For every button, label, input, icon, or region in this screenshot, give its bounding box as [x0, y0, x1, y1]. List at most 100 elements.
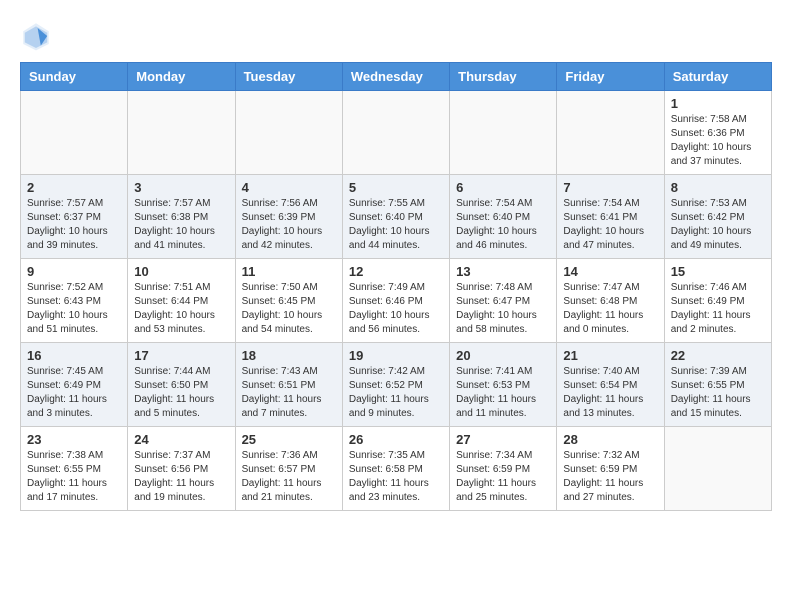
calendar-cell	[21, 91, 128, 175]
day-number: 20	[456, 348, 550, 363]
day-number: 23	[27, 432, 121, 447]
day-number: 4	[242, 180, 336, 195]
calendar-cell: 7Sunrise: 7:54 AM Sunset: 6:41 PM Daylig…	[557, 175, 664, 259]
day-info: Sunrise: 7:41 AM Sunset: 6:53 PM Dayligh…	[456, 365, 550, 421]
calendar-cell: 6 Sunrise: 7:54 AM Sunset: 6:40 PM Daylig…	[450, 175, 557, 259]
day-number: 13	[456, 264, 550, 279]
day-number: 12	[349, 264, 443, 279]
day-info: Sunrise: 7:57 AM Sunset: 6:37 PM Dayligh…	[27, 197, 121, 253]
day-number: 28	[563, 432, 657, 447]
day-info: Sunrise: 7:57 AM Sunset: 6:38 PM Dayligh…	[134, 197, 228, 253]
calendar-cell: 13 Sunrise: 7:48 AM Sunset: 6:47 PM Dayli…	[450, 259, 557, 343]
calendar-week-row: 2 Sunrise: 7:57 AM Sunset: 6:37 PM Daylig…	[21, 175, 772, 259]
calendar-cell	[342, 91, 449, 175]
day-number: 17	[134, 348, 228, 363]
day-info: Sunrise: 7:43 AM Sunset: 6:51 PM Dayligh…	[242, 365, 336, 421]
calendar-cell: 3 Sunrise: 7:57 AM Sunset: 6:38 PM Daylig…	[128, 175, 235, 259]
calendar-cell: 17 Sunrise: 7:44 AM Sunset: 6:50 PM Dayli…	[128, 343, 235, 427]
calendar-cell: 14Sunrise: 7:47 AM Sunset: 6:48 PM Dayli…	[557, 259, 664, 343]
day-info: Sunrise: 7:51 AM Sunset: 6:44 PM Dayligh…	[134, 281, 228, 337]
day-info: Sunrise: 7:42 AM Sunset: 6:52 PM Dayligh…	[349, 365, 443, 421]
calendar-cell: 18 Sunrise: 7:43 AM Sunset: 6:51 PM Dayli…	[235, 343, 342, 427]
day-info: Sunrise: 7:49 AM Sunset: 6:46 PM Dayligh…	[349, 281, 443, 337]
day-info: Sunrise: 7:47 AM Sunset: 6:48 PM Dayligh…	[563, 281, 657, 337]
day-info: Sunrise: 7:36 AM Sunset: 6:57 PM Dayligh…	[242, 449, 336, 505]
day-info: Sunrise: 7:45 AM Sunset: 6:49 PM Dayligh…	[27, 365, 121, 421]
calendar-week-row: 9 Sunrise: 7:52 AM Sunset: 6:43 PM Daylig…	[21, 259, 772, 343]
day-number: 9	[27, 264, 121, 279]
calendar-cell: 5 Sunrise: 7:55 AM Sunset: 6:40 PM Daylig…	[342, 175, 449, 259]
calendar-cell: 10 Sunrise: 7:51 AM Sunset: 6:44 PM Dayli…	[128, 259, 235, 343]
calendar-week-row: 16 Sunrise: 7:45 AM Sunset: 6:49 PM Dayli…	[21, 343, 772, 427]
day-info: Sunrise: 7:35 AM Sunset: 6:58 PM Dayligh…	[349, 449, 443, 505]
day-info: Sunrise: 7:50 AM Sunset: 6:45 PM Dayligh…	[242, 281, 336, 337]
calendar-cell	[557, 91, 664, 175]
calendar-cell: 23 Sunrise: 7:38 AM Sunset: 6:55 PM Dayli…	[21, 427, 128, 511]
calendar-cell	[235, 91, 342, 175]
logo	[20, 20, 56, 52]
calendar-cell: 4 Sunrise: 7:56 AM Sunset: 6:39 PM Daylig…	[235, 175, 342, 259]
day-info: Sunrise: 7:44 AM Sunset: 6:50 PM Dayligh…	[134, 365, 228, 421]
page-header	[20, 20, 772, 52]
day-info: Sunrise: 7:54 AM Sunset: 6:41 PM Dayligh…	[563, 197, 657, 253]
calendar-cell: 2 Sunrise: 7:57 AM Sunset: 6:37 PM Daylig…	[21, 175, 128, 259]
calendar-cell: 27 Sunrise: 7:34 AM Sunset: 6:59 PM Dayli…	[450, 427, 557, 511]
day-number: 27	[456, 432, 550, 447]
calendar-cell: 24 Sunrise: 7:37 AM Sunset: 6:56 PM Dayli…	[128, 427, 235, 511]
day-number: 8	[671, 180, 765, 195]
calendar-week-row: 1 Sunrise: 7:58 AM Sunset: 6:36 PM Daylig…	[21, 91, 772, 175]
day-number: 26	[349, 432, 443, 447]
calendar-week-row: 23 Sunrise: 7:38 AM Sunset: 6:55 PM Dayli…	[21, 427, 772, 511]
calendar-cell: 26 Sunrise: 7:35 AM Sunset: 6:58 PM Dayli…	[342, 427, 449, 511]
day-number: 24	[134, 432, 228, 447]
day-header-wednesday: Wednesday	[342, 63, 449, 91]
day-header-thursday: Thursday	[450, 63, 557, 91]
day-number: 15	[671, 264, 765, 279]
calendar-cell: 8 Sunrise: 7:53 AM Sunset: 6:42 PM Daylig…	[664, 175, 771, 259]
calendar-cell: 1 Sunrise: 7:58 AM Sunset: 6:36 PM Daylig…	[664, 91, 771, 175]
calendar-cell: 19 Sunrise: 7:42 AM Sunset: 6:52 PM Dayli…	[342, 343, 449, 427]
day-number: 10	[134, 264, 228, 279]
day-info: Sunrise: 7:38 AM Sunset: 6:55 PM Dayligh…	[27, 449, 121, 505]
day-info: Sunrise: 7:53 AM Sunset: 6:42 PM Dayligh…	[671, 197, 765, 253]
calendar-cell: 15 Sunrise: 7:46 AM Sunset: 6:49 PM Dayli…	[664, 259, 771, 343]
calendar-cell: 22Sunrise: 7:39 AM Sunset: 6:55 PM Dayli…	[664, 343, 771, 427]
calendar-cell: 16 Sunrise: 7:45 AM Sunset: 6:49 PM Dayli…	[21, 343, 128, 427]
day-info: Sunrise: 7:54 AM Sunset: 6:40 PM Dayligh…	[456, 197, 550, 253]
calendar-table: SundayMondayTuesdayWednesdayThursdayFrid…	[20, 62, 772, 511]
day-header-friday: Friday	[557, 63, 664, 91]
day-info: Sunrise: 7:32 AM Sunset: 6:59 PM Dayligh…	[563, 449, 657, 505]
day-number: 1	[671, 96, 765, 111]
day-number: 5	[349, 180, 443, 195]
day-info: Sunrise: 7:46 AM Sunset: 6:49 PM Dayligh…	[671, 281, 765, 337]
day-number: 21	[563, 348, 657, 363]
day-header-saturday: Saturday	[664, 63, 771, 91]
day-number: 6	[456, 180, 550, 195]
day-info: Sunrise: 7:56 AM Sunset: 6:39 PM Dayligh…	[242, 197, 336, 253]
day-info: Sunrise: 7:52 AM Sunset: 6:43 PM Dayligh…	[27, 281, 121, 337]
calendar-cell: 12 Sunrise: 7:49 AM Sunset: 6:46 PM Dayli…	[342, 259, 449, 343]
day-number: 2	[27, 180, 121, 195]
calendar-cell: 11 Sunrise: 7:50 AM Sunset: 6:45 PM Dayli…	[235, 259, 342, 343]
day-info: Sunrise: 7:48 AM Sunset: 6:47 PM Dayligh…	[456, 281, 550, 337]
day-info: Sunrise: 7:34 AM Sunset: 6:59 PM Dayligh…	[456, 449, 550, 505]
calendar-cell: 21Sunrise: 7:40 AM Sunset: 6:54 PM Dayli…	[557, 343, 664, 427]
day-info: Sunrise: 7:55 AM Sunset: 6:40 PM Dayligh…	[349, 197, 443, 253]
day-info: Sunrise: 7:58 AM Sunset: 6:36 PM Dayligh…	[671, 113, 765, 169]
day-number: 19	[349, 348, 443, 363]
day-info: Sunrise: 7:37 AM Sunset: 6:56 PM Dayligh…	[134, 449, 228, 505]
calendar-cell	[450, 91, 557, 175]
day-header-tuesday: Tuesday	[235, 63, 342, 91]
calendar-header-row: SundayMondayTuesdayWednesdayThursdayFrid…	[21, 63, 772, 91]
day-header-monday: Monday	[128, 63, 235, 91]
day-number: 22	[671, 348, 765, 363]
calendar-cell: 20 Sunrise: 7:41 AM Sunset: 6:53 PM Dayli…	[450, 343, 557, 427]
calendar-cell	[128, 91, 235, 175]
day-number: 3	[134, 180, 228, 195]
day-number: 11	[242, 264, 336, 279]
logo-icon	[20, 20, 52, 52]
day-number: 16	[27, 348, 121, 363]
day-number: 18	[242, 348, 336, 363]
day-header-sunday: Sunday	[21, 63, 128, 91]
calendar-cell: 25Sunrise: 7:36 AM Sunset: 6:57 PM Dayli…	[235, 427, 342, 511]
